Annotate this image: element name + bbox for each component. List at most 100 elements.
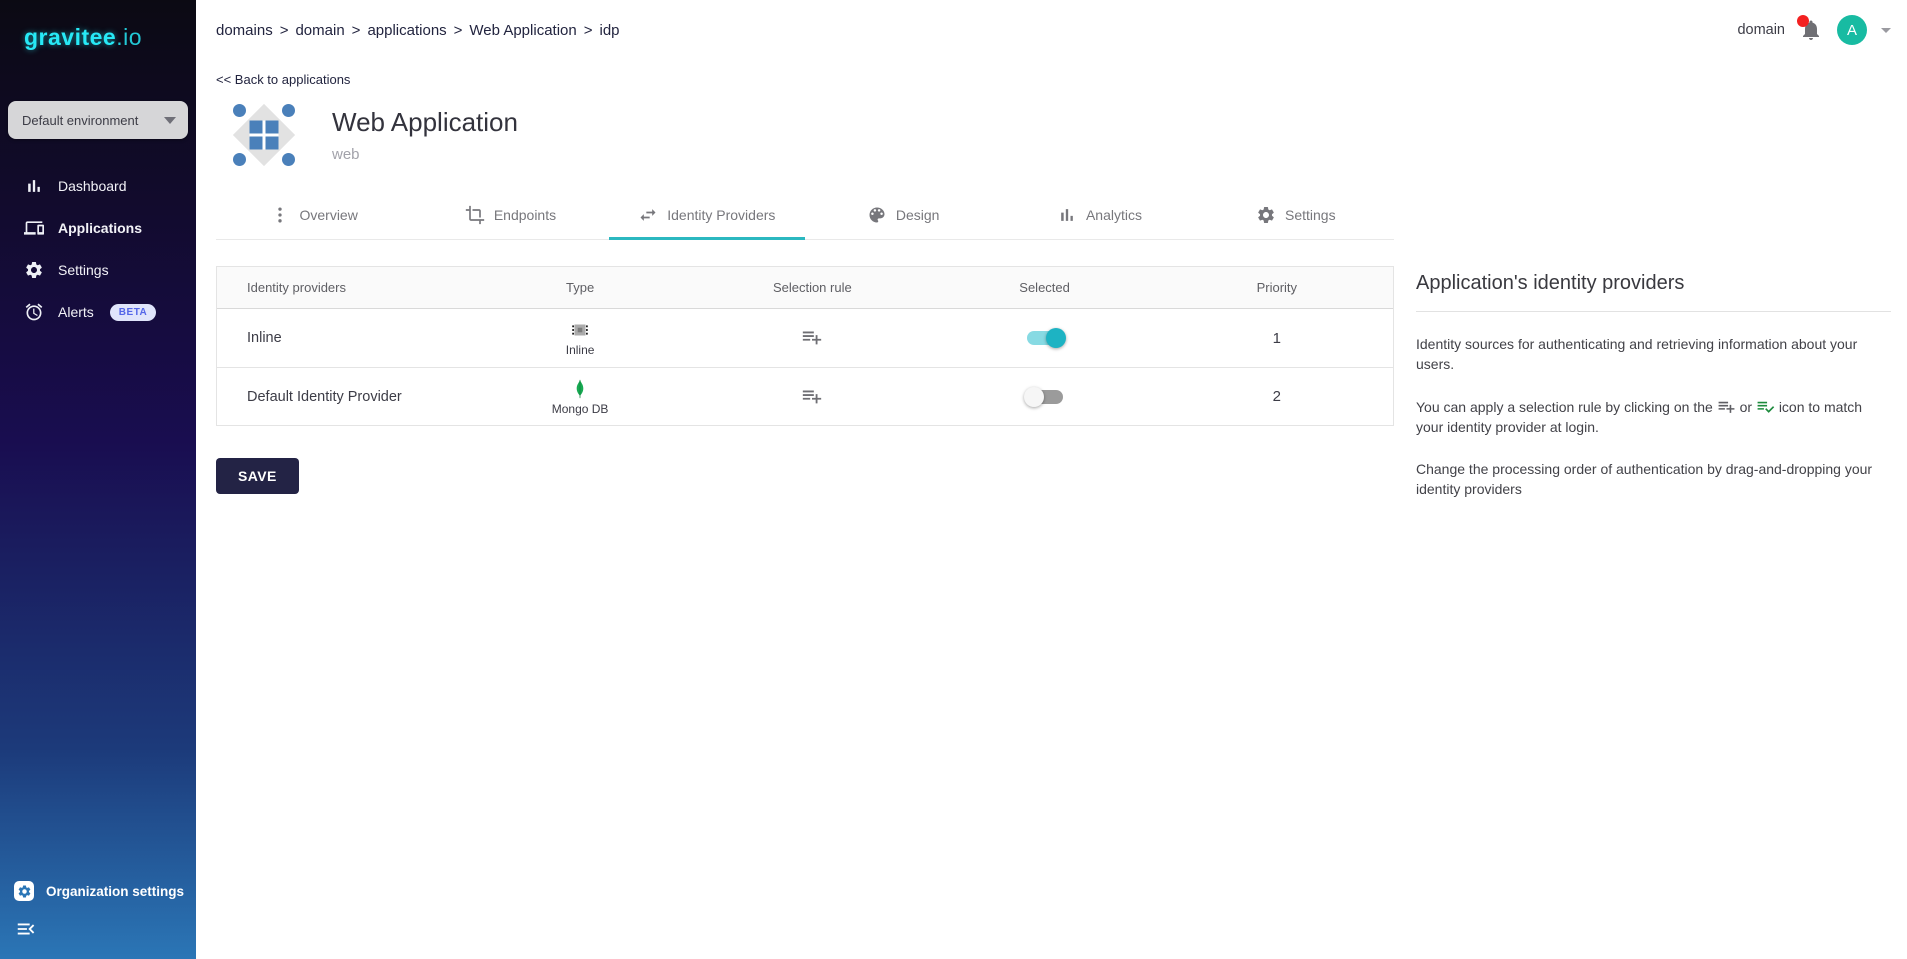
tab-analytics[interactable]: Analytics xyxy=(1001,191,1197,239)
breadcrumb-item-applications[interactable]: applications xyxy=(367,22,446,39)
sidebar-nav: Dashboard Applications Settings Alerts B… xyxy=(0,165,196,333)
help-paragraph-2: You can apply a selection rule by clicki… xyxy=(1416,397,1891,438)
sidebar-item-applications[interactable]: Applications xyxy=(0,207,196,249)
devices-icon xyxy=(24,218,44,238)
environment-selector[interactable]: Default environment xyxy=(8,101,188,139)
column-header-identity-providers: Identity providers xyxy=(217,280,464,295)
notifications-button[interactable] xyxy=(1799,18,1823,42)
breadcrumb-separator: > xyxy=(280,22,289,39)
idp-type-label: Inline xyxy=(566,343,595,357)
gear-icon xyxy=(1256,205,1276,225)
identity-providers-table: Identity providers Type Selection rule S… xyxy=(216,266,1394,426)
tab-overview[interactable]: Overview xyxy=(216,191,412,239)
tab-label: Settings xyxy=(1285,207,1336,223)
playlist-add-icon xyxy=(801,385,823,407)
selection-rule-add-button[interactable] xyxy=(800,326,824,350)
tab-label: Design xyxy=(896,207,940,223)
bar-chart-icon xyxy=(24,176,44,196)
notification-dot xyxy=(1797,15,1809,27)
idp-name: Inline xyxy=(217,330,464,346)
bar-chart-icon xyxy=(1057,205,1077,225)
sidebar-item-organization-settings[interactable]: Organization settings xyxy=(0,871,196,911)
chevron-down-icon xyxy=(164,117,176,124)
idp-name: Default Identity Provider xyxy=(217,389,464,405)
topbar-right: domain A xyxy=(1737,15,1891,45)
tab-label: Analytics xyxy=(1086,207,1142,223)
main-content: domains > domain > applications > Web Ap… xyxy=(196,0,1907,959)
breadcrumb-separator: > xyxy=(352,22,361,39)
breadcrumb-separator: > xyxy=(454,22,463,39)
sidebar-item-settings[interactable]: Settings xyxy=(0,249,196,291)
back-to-applications-link[interactable]: << Back to applications xyxy=(216,72,350,87)
web-application-icon xyxy=(230,101,298,169)
palette-icon xyxy=(867,205,887,225)
breadcrumb-item-domains[interactable]: domains xyxy=(216,22,273,39)
logo-tld-text: .io xyxy=(116,24,142,50)
priority-value: 2 xyxy=(1161,388,1393,405)
tab-endpoints[interactable]: Endpoints xyxy=(412,191,608,239)
column-header-priority: Priority xyxy=(1161,280,1393,295)
tab-label: Overview xyxy=(299,207,357,223)
gear-icon xyxy=(24,260,44,280)
topbar: domains > domain > applications > Web Ap… xyxy=(216,14,1891,46)
help-panel-title: Application's identity providers xyxy=(1416,272,1891,295)
help-panel: Application's identity providers Identit… xyxy=(1416,266,1891,522)
column-header-selection-rule: Selection rule xyxy=(696,280,928,295)
playlist-add-icon xyxy=(801,326,823,348)
crop-icon xyxy=(465,205,485,225)
playlist-add-icon xyxy=(1717,397,1736,416)
tab-label: Endpoints xyxy=(494,207,556,223)
help-paragraph-3: Change the processing order of authentic… xyxy=(1416,459,1891,500)
more-vert-icon xyxy=(270,205,290,225)
idp-type-label: Mongo DB xyxy=(552,402,609,416)
beta-badge: BETA xyxy=(110,304,156,321)
idp-type: Inline xyxy=(464,319,696,357)
page-title: Web Application xyxy=(332,107,518,138)
column-header-selected: Selected xyxy=(928,280,1160,295)
current-domain-label: domain xyxy=(1737,22,1785,38)
gravitee-logo[interactable]: gravitee.io xyxy=(24,24,196,51)
playlist-check-icon xyxy=(1756,397,1775,416)
sidebar: gravitee.io Default environment Dashboar… xyxy=(0,0,196,959)
save-button[interactable]: SAVE xyxy=(216,458,299,494)
memory-chip-icon xyxy=(569,319,591,341)
tab-identity-providers[interactable]: Identity Providers xyxy=(609,191,805,239)
breadcrumb-item-idp[interactable]: idp xyxy=(599,22,619,39)
chevron-down-icon[interactable] xyxy=(1881,28,1891,33)
help-text: or xyxy=(1740,399,1752,415)
table-header-row: Identity providers Type Selection rule S… xyxy=(217,267,1393,309)
selected-toggle[interactable] xyxy=(1027,331,1063,345)
tab-label: Identity Providers xyxy=(667,207,775,223)
sidebar-spacer xyxy=(0,333,196,871)
table-row[interactable]: Inline Inline 1 xyxy=(217,309,1393,367)
sidebar-item-label: Applications xyxy=(58,220,142,236)
breadcrumb-separator: > xyxy=(584,22,593,39)
app-header: Web Application web xyxy=(230,101,1891,169)
sidebar-item-label: Alerts xyxy=(58,304,94,320)
sidebar-item-dashboard[interactable]: Dashboard xyxy=(0,165,196,207)
collapse-sidebar-button[interactable] xyxy=(12,917,40,943)
priority-value: 1 xyxy=(1161,330,1393,347)
logo-brand-text: gravitee xyxy=(24,24,116,50)
table-row[interactable]: Default Identity Provider Mongo DB 2 xyxy=(217,367,1393,425)
swap-arrows-icon xyxy=(638,205,658,225)
breadcrumb: domains > domain > applications > Web Ap… xyxy=(216,22,620,39)
sidebar-item-label: Dashboard xyxy=(58,178,127,194)
help-text: You can apply a selection rule by clicki… xyxy=(1416,399,1713,415)
idp-type: Mongo DB xyxy=(464,378,696,416)
breadcrumb-item-domain[interactable]: domain xyxy=(295,22,344,39)
environment-selector-value: Default environment xyxy=(22,113,138,128)
tab-design[interactable]: Design xyxy=(805,191,1001,239)
selected-toggle[interactable] xyxy=(1027,390,1063,404)
selection-rule-add-button[interactable] xyxy=(800,385,824,409)
avatar[interactable]: A xyxy=(1837,15,1867,45)
page-subtitle: web xyxy=(332,146,518,163)
tab-settings[interactable]: Settings xyxy=(1198,191,1394,239)
org-settings-gear-icon xyxy=(14,881,34,901)
breadcrumb-item-web-application[interactable]: Web Application xyxy=(469,22,576,39)
org-settings-label: Organization settings xyxy=(46,884,184,899)
column-header-type: Type xyxy=(464,280,696,295)
menu-collapse-icon xyxy=(15,918,37,940)
divider xyxy=(1416,311,1891,312)
sidebar-item-alerts[interactable]: Alerts BETA xyxy=(0,291,196,333)
